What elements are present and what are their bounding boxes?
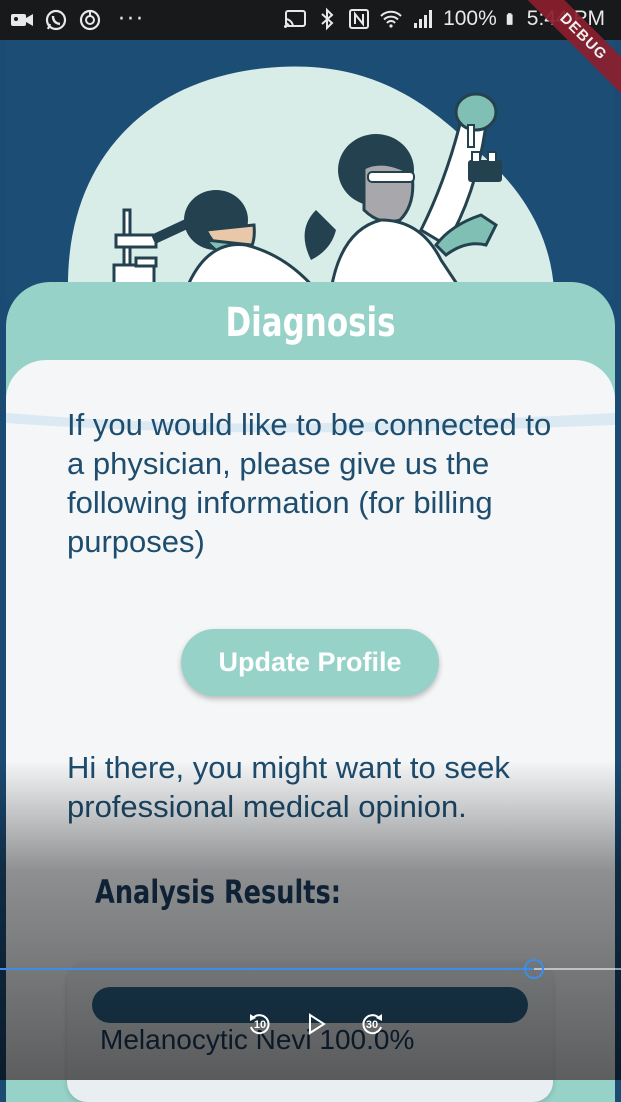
video-scrubber-progress [0,968,535,970]
rewind-label: 10 [253,1019,267,1031]
bluetooth-icon [321,7,334,31]
forward-label: 30 [365,1019,379,1031]
video-scrubber-handle[interactable] [524,959,545,979]
more-dots-icon: ··· [118,7,145,32]
play-button[interactable] [302,1010,330,1038]
sync-icon [79,9,101,31]
signal-icon [414,10,433,28]
scientists-illustration [67,66,555,292]
header-illustration [6,40,615,300]
rewind-10-button[interactable]: 10 [246,1010,274,1038]
advice-text: Hi there, you might want to seek profess… [67,750,510,824]
video-controls: 10 30 [246,1010,386,1038]
battery-percent: 100% [443,7,497,30]
battery-icon [506,13,513,25]
forward-30-button[interactable]: 30 [358,1010,386,1038]
page-title: Diagnosis [225,300,396,346]
update-profile-button[interactable]: Update Profile [181,629,439,696]
wifi-icon [380,10,402,28]
video-camera-icon [11,14,33,26]
play-icon [309,1013,326,1035]
whatsapp-icon [45,9,67,31]
analysis-results-title: Analysis Results: [95,873,341,911]
cast-icon [284,10,307,28]
physician-info-text: If you would like to be connected to a p… [67,407,552,559]
nfc-icon [349,9,370,29]
status-bar: ··· 100% 5:44 PM [0,0,621,40]
